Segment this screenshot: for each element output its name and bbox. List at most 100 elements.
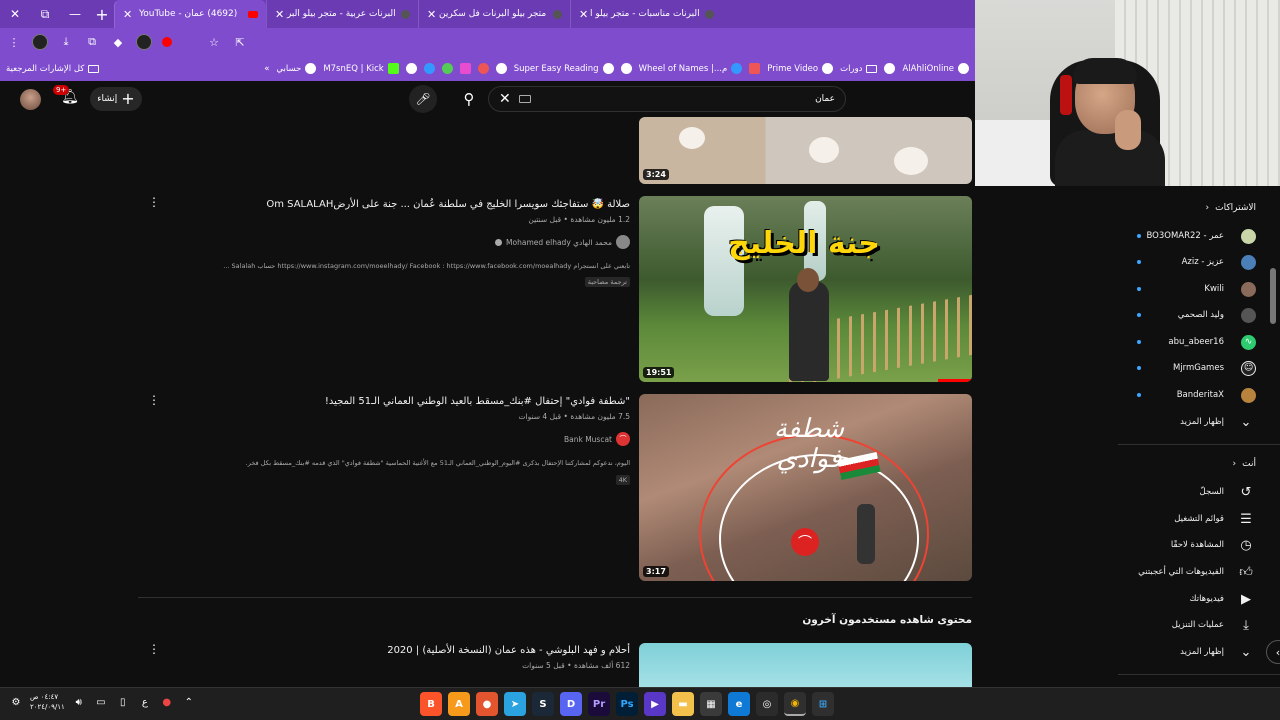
clock[interactable]: ٠٤:٤٧ ص ٢٠٢٤/٠٩/١١ [30, 692, 65, 712]
sidebar-item-your-videos[interactable]: ▶ فيديوهاتك [1118, 586, 1280, 612]
microphone-icon[interactable]: ● [159, 697, 175, 708]
edge-icon[interactable]: e [728, 692, 750, 716]
more-options-icon[interactable]: ⋮ [148, 394, 160, 406]
battery-icon[interactable]: ▯ [115, 697, 131, 708]
volume-icon[interactable]: 🔊︎ [71, 697, 87, 708]
subscription-item[interactable]: عزيز - Aziz [1118, 249, 1280, 275]
tab-close-icon[interactable]: ✕ [579, 8, 588, 21]
video-title[interactable]: أحلام و فهد البلوشي - هذه عمان (النسخة ا… [387, 645, 630, 656]
bookmark-wheel-of-names[interactable]: م...| Wheel of Names [639, 63, 743, 74]
tab-close-icon[interactable]: ✕ [275, 8, 284, 21]
video-title[interactable]: صلالة 🤯 ستفاجئك سويسرا الخليج في سلطنة ع… [266, 199, 630, 210]
tab-store-2[interactable]: ✕ متجر بيلو البرنات فل سكرين [418, 0, 570, 28]
subscriptions-heading[interactable]: الاشتراكات ‹ [1206, 203, 1256, 213]
wheel-icon [731, 63, 743, 74]
bookmark-acrobat[interactable] [477, 63, 489, 74]
profile-avatar[interactable] [32, 34, 48, 50]
aimp-icon[interactable]: A [448, 692, 470, 716]
channel-link[interactable]: محمد الهادي Mohamed elhady [495, 235, 630, 249]
steam-icon[interactable]: S [532, 692, 554, 716]
subscription-item[interactable]: ∿ abu_abeer16 [1118, 329, 1280, 355]
download-icon[interactable]: ⤓ [58, 34, 74, 50]
sidebar-scrollbar[interactable] [1270, 268, 1276, 324]
extensions-icon[interactable]: ⧉ [84, 34, 100, 50]
sidebar-item-history[interactable]: ↺ السجلّ [1118, 479, 1280, 505]
settings-gear-icon[interactable]: ⚙ [8, 697, 24, 708]
bookmark-prime-video[interactable]: Prime Video [767, 63, 834, 74]
menu-dots-icon[interactable]: ⋮ [6, 34, 22, 50]
subscription-item[interactable]: BanderitaX [1118, 382, 1280, 408]
store-icon[interactable]: ▦ [700, 692, 722, 716]
voice-search-icon[interactable]: 🎤︎ [409, 85, 437, 113]
all-bookmarks-button[interactable]: كل الإشارات المرجعية [6, 64, 100, 74]
subscription-item[interactable]: وليد الصحمي [1118, 302, 1280, 328]
window-close-icon[interactable]: ✕ [0, 0, 30, 28]
search-input[interactable]: ✕ عمان [488, 86, 846, 112]
bookmark-globe-3[interactable] [495, 63, 507, 74]
more-options-icon[interactable]: ⋮ [148, 196, 160, 208]
bookmark-globe[interactable] [884, 63, 896, 74]
video-title[interactable]: "شطفة فوادي" إحتفال #بنك_مسقط بالعيد الو… [325, 396, 630, 407]
account-avatar[interactable] [20, 89, 41, 110]
tab-store-3[interactable]: ✕ البرنات عربية - متجر بيلو البرنات [266, 0, 418, 28]
sidebar-item-liked-videos[interactable]: 👍︎ الفيديوهات التي أعجبتني [1118, 559, 1280, 585]
video-thumbnail[interactable]: شطفة فوادي ⌒ 3:17 [639, 394, 972, 581]
create-button[interactable]: إنشاء + [90, 87, 142, 111]
recorder-icon[interactable]: ● [476, 692, 498, 716]
subscription-item[interactable]: عمر - BO3OMAR22 [1118, 223, 1280, 249]
premiere-icon[interactable]: Pr [588, 692, 610, 716]
extension-youtube-icon[interactable] [162, 37, 172, 47]
more-options-icon[interactable]: ⋮ [148, 643, 160, 655]
discord-icon[interactable]: D [560, 692, 582, 716]
clear-search-icon[interactable]: ✕ [499, 91, 511, 107]
clipchamp-icon[interactable]: ▶ [644, 692, 666, 716]
keyboard-icon[interactable] [518, 95, 531, 103]
window-restore-icon[interactable]: ⧉ [30, 0, 60, 28]
bookmark-globe-4[interactable] [405, 63, 417, 74]
window-minimize-icon[interactable]: — [60, 0, 90, 28]
extension-diamond-icon[interactable]: ◆ [110, 34, 126, 50]
bookmark-globe-2[interactable] [620, 63, 632, 74]
network-icon[interactable]: ▭ [93, 697, 109, 708]
show-more-you[interactable]: ⌄ إظهار المزيد [1118, 639, 1280, 665]
bookmarks-overflow-button[interactable]: » [264, 64, 269, 74]
video-thumbnail[interactable]: 3:24 [639, 117, 972, 184]
extension-avatar-icon[interactable] [136, 34, 152, 50]
show-more-subscriptions[interactable]: ⌄ إظهار المزيد [1118, 409, 1280, 435]
sidebar-item-watch-later[interactable]: ◷ المشاهدة لاحقًا [1118, 532, 1280, 558]
brave-icon[interactable]: B [420, 692, 442, 716]
sidebar-item-downloads[interactable]: ⤓ عمليات التنزيل [1118, 612, 1280, 638]
tab-youtube[interactable]: ✕ (4692) عمان - YouTube [114, 0, 266, 28]
show-hidden-icons-icon[interactable]: ⌃ [181, 697, 197, 708]
bookmark-gmail[interactable] [749, 63, 761, 74]
bookmark-courses-folder[interactable]: دورات [840, 64, 878, 74]
bookmark-kick[interactable]: M7snEQ | Kick [323, 63, 399, 74]
file-explorer-icon[interactable]: ▬ [672, 692, 694, 716]
chrome-icon[interactable]: ◉ [784, 692, 806, 716]
sidebar-item-playlists[interactable]: ☰ قوائم التشغيل [1118, 506, 1280, 532]
windows-start-icon[interactable]: ⊞ [812, 692, 834, 716]
telegram-icon[interactable]: ➤ [504, 692, 526, 716]
language-indicator[interactable]: ع [137, 697, 153, 708]
bookmark-star-icon[interactable]: ☆ [206, 34, 222, 50]
search-icon[interactable]: ⚲ [452, 86, 486, 112]
bookmark-photos[interactable] [459, 63, 471, 74]
tab-close-icon[interactable]: ✕ [123, 8, 132, 21]
new-tab-button[interactable]: + [90, 0, 114, 28]
subscription-item[interactable]: ☺ MjrmGames [1118, 355, 1280, 381]
bookmark-download[interactable] [441, 63, 453, 74]
you-heading[interactable]: أنت ‹ [1233, 459, 1256, 469]
bookmark-edge[interactable] [423, 63, 435, 74]
share-icon[interactable]: ⇱ [232, 34, 248, 50]
tab-store-1[interactable]: ✕ البرنات مناسبات - متجر بيلو البرنات [570, 0, 722, 28]
tab-close-icon[interactable]: ✕ [427, 8, 436, 21]
bookmark-my-account[interactable]: حسابي [276, 63, 317, 74]
channel-link[interactable]: ⌒ Bank Muscat [564, 432, 630, 446]
subscription-item[interactable]: Kwili [1118, 276, 1280, 302]
bookmark-super-easy-reading[interactable]: Super Easy Reading [514, 63, 614, 74]
photoshop-icon[interactable]: Ps [616, 692, 638, 716]
bookmark-alahli[interactable]: AlAhliOnline [902, 63, 969, 74]
obs-icon[interactable]: ◎ [756, 692, 778, 716]
video-thumbnail[interactable] [639, 643, 972, 687]
video-thumbnail[interactable]: جنة الخليج 19:51 [639, 196, 972, 382]
